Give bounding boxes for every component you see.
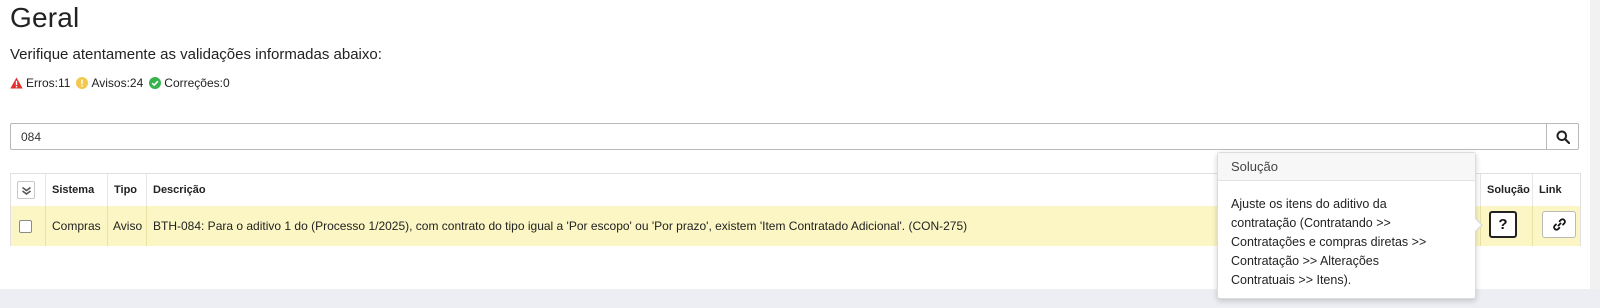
popover-title: Solução bbox=[1218, 153, 1475, 181]
cell-sistema: Compras bbox=[52, 219, 101, 233]
row-select-cell bbox=[11, 206, 45, 246]
warnings-stat: Avisos:24 bbox=[76, 76, 143, 90]
popover-line: Contratações e compras diretas >> bbox=[1231, 235, 1427, 249]
header-solucao: Solução bbox=[1487, 184, 1530, 196]
errors-stat: Erros:11 bbox=[10, 76, 70, 90]
header-sistema[interactable]: Sistema bbox=[45, 174, 107, 206]
search-button[interactable] bbox=[1546, 123, 1579, 150]
page-subtitle: Verifique atentamente as validações info… bbox=[10, 46, 382, 63]
corrections-label: Correções:0 bbox=[164, 76, 230, 90]
cell-tipo: Aviso bbox=[113, 219, 143, 233]
solution-button[interactable]: ? bbox=[1489, 211, 1517, 238]
exclamation-circle-icon bbox=[76, 77, 89, 89]
warnings-label: Avisos:24 bbox=[91, 76, 144, 90]
check-circle-icon bbox=[149, 77, 162, 89]
popover-line: Ajuste os itens do aditivo da bbox=[1231, 197, 1387, 211]
search-icon bbox=[1556, 130, 1570, 144]
validation-summary: Erros:11 Avisos:24 Correções:0 bbox=[10, 76, 230, 90]
search-bar bbox=[10, 123, 1579, 150]
page-title: Geral bbox=[10, 2, 80, 33]
vertical-scrollbar[interactable] bbox=[1590, 0, 1600, 289]
select-all-cell bbox=[11, 174, 45, 206]
header-tipo[interactable]: Tipo bbox=[107, 174, 146, 206]
double-check-icon bbox=[21, 186, 31, 195]
popover-body: Ajuste os itens do aditivo da contrataçã… bbox=[1218, 181, 1475, 290]
link-button[interactable] bbox=[1542, 211, 1576, 238]
solution-popover: Solução Ajuste os itens do aditivo da co… bbox=[1217, 152, 1483, 299]
row-checkbox[interactable] bbox=[19, 219, 32, 233]
warning-triangle-icon bbox=[10, 77, 23, 89]
link-icon bbox=[1552, 218, 1566, 231]
errors-label: Erros:11 bbox=[26, 76, 71, 90]
search-input[interactable] bbox=[10, 123, 1546, 150]
column-divider bbox=[1532, 206, 1533, 246]
popover-arrow bbox=[1474, 217, 1483, 233]
select-all-checkbox[interactable] bbox=[17, 181, 35, 199]
popover-line: Contratação >> Alterações bbox=[1231, 254, 1380, 268]
popover-line: Contratuais >> Itens). bbox=[1231, 273, 1352, 287]
header-link: Link bbox=[1539, 184, 1562, 196]
corrections-stat: Correções:0 bbox=[149, 76, 230, 90]
popover-line: contratação (Contratando >> bbox=[1231, 216, 1391, 230]
